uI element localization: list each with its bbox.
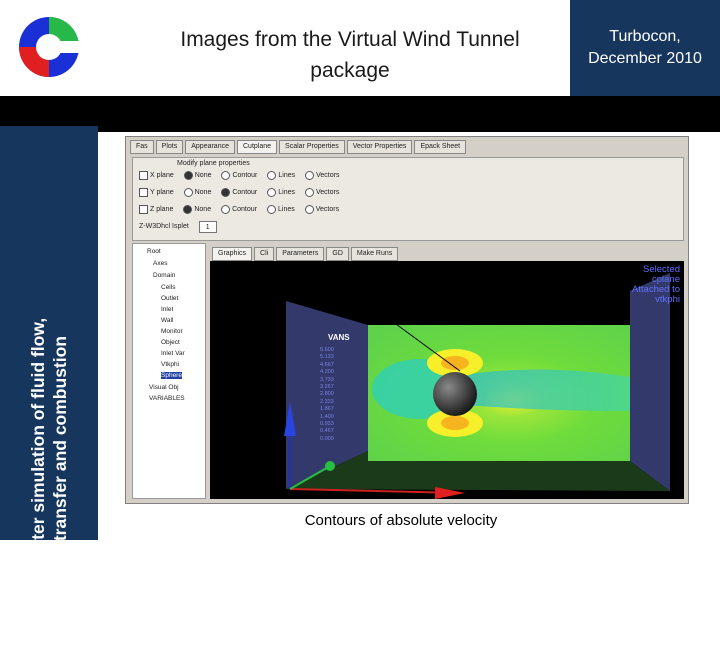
tree-item-selected[interactable]: Sphere	[161, 372, 182, 379]
tree-item[interactable]: Monitor	[161, 328, 183, 335]
legend-value: 5.600	[320, 347, 334, 353]
sidebar-text: Computer simulation of fluid flow, heat …	[27, 252, 71, 666]
x-plane-row: X plane None Contour Lines Vectors	[139, 170, 339, 182]
tree-item[interactable]: Object	[161, 339, 180, 346]
x-lines-radio[interactable]: Lines	[267, 170, 295, 182]
legend-value: 3.267	[320, 384, 334, 391]
legend-title: VANS	[328, 333, 350, 342]
y-lines-radio[interactable]: Lines	[267, 187, 295, 199]
y-vectors-radio[interactable]: Vectors	[305, 187, 339, 199]
legend-value: 0.933	[320, 421, 334, 428]
corner-line-1: Turbocon,	[609, 28, 681, 45]
z-plane-checkbox[interactable]: Z plane	[139, 204, 173, 216]
legend-value: 2.333	[320, 398, 334, 405]
y-plane-checkbox[interactable]: Y plane	[139, 187, 174, 199]
panel-title: Modify plane properties	[177, 160, 250, 167]
tab-parameters[interactable]: Parameters	[276, 247, 325, 261]
tree-item[interactable]: Cells	[161, 284, 175, 291]
tab-epack-sheet[interactable]: Epack Sheet	[414, 140, 467, 154]
x-contour-radio[interactable]: Contour	[221, 170, 257, 182]
legend-values: 5.600 5.133 4.667 4.200 3.733 3.267 2.80…	[320, 347, 334, 443]
legend-value: 4.200	[320, 369, 334, 376]
z-lines-radio[interactable]: Lines	[267, 204, 295, 216]
tree-item[interactable]: Inlet	[161, 306, 173, 313]
view-tab-strip: Graphics Cli Parameters GD Make Runs	[212, 247, 399, 261]
tree-item[interactable]: Inlet Var	[161, 350, 185, 357]
top-tab-strip: Fas Plots Appearance Cutplane Scalar Pro…	[130, 140, 467, 154]
plane-value-field[interactable]: 1	[198, 221, 217, 233]
legend-value: 3.733	[320, 376, 334, 383]
tab-fas[interactable]: Fas	[130, 140, 154, 154]
tab-vector-properties[interactable]: Vector Properties	[346, 140, 413, 154]
title-line-1: Images from the Virtual Wind Tunnel	[180, 28, 520, 51]
title-line-2: package	[310, 59, 390, 82]
z-none-radio[interactable]: None	[183, 204, 211, 216]
sidebar-line-1: Computer simulation of fluid flow,	[28, 317, 48, 601]
right-wall	[630, 273, 670, 491]
plane-value-row: Z-W3Dhcl Isplet 1	[139, 221, 217, 233]
plane-properties-panel: Modify plane properties X plane None Con…	[132, 157, 684, 241]
tree-item[interactable]: Outlet	[161, 295, 178, 302]
legend-value: 5.133	[320, 354, 334, 361]
overlay-line: vtkphi	[655, 294, 680, 305]
z-vectors-radio[interactable]: Vectors	[304, 204, 339, 216]
tree-item[interactable]: Wall	[161, 317, 173, 324]
sphere-object	[433, 372, 477, 416]
black-divider-bar	[0, 96, 720, 132]
tree-item[interactable]: VARIABLES	[149, 395, 185, 402]
legend-value: 1.400	[320, 413, 334, 420]
z-plane-row: Z plane None Contour Lines Vectors	[139, 204, 339, 216]
y-none-radio[interactable]: None	[183, 187, 211, 199]
legend-value: 0.467	[320, 428, 334, 435]
tab-graphics[interactable]: Graphics	[212, 247, 253, 261]
x-plane-checkbox[interactable]: X plane	[139, 170, 174, 182]
tab-plots[interactable]: Plots	[155, 140, 184, 154]
z-contour-radio[interactable]: Contour	[221, 204, 257, 216]
figure-caption: Contours of absolute velocity	[304, 512, 498, 529]
tab-make-runs[interactable]: Make Runs	[350, 247, 399, 261]
x-vectors-radio[interactable]: Vectors	[305, 170, 339, 182]
sidebar-line-2: heat transfer and combustion	[50, 336, 70, 583]
selection-overlay-text: Selected cplane Attached to vtkphi	[590, 265, 680, 305]
tree-item[interactable]: Visual Obj	[149, 384, 179, 391]
tab-scalar-properties[interactable]: Scalar Properties	[279, 140, 345, 154]
tab-appearance[interactable]: Appearance	[185, 140, 235, 154]
tree-item[interactable]: Domain	[153, 272, 175, 279]
legend-value: 1.867	[320, 406, 334, 413]
turbocon-logo-icon	[14, 12, 84, 82]
graphics-viewport[interactable]: VANS 5.600 5.133 4.667 4.200 3.733 3.267…	[210, 261, 684, 499]
legend-value: 0.000	[320, 435, 334, 442]
tree-item[interactable]: Vtkphi	[161, 361, 179, 368]
tab-gd[interactable]: GD	[326, 247, 349, 261]
corner-line-2: December 2010	[588, 50, 702, 67]
tab-cutplane[interactable]: Cutplane	[237, 140, 278, 154]
y-plane-row: Y plane None Contour Lines Vectors	[139, 187, 339, 199]
legend-value: 4.667	[320, 361, 334, 368]
plane-value-label: Z-W3Dhcl Isplet	[139, 223, 189, 230]
embedded-software-screenshot: Fas Plots Appearance Cutplane Scalar Pro…	[125, 136, 689, 504]
tree-item[interactable]: Axes	[153, 260, 167, 267]
sidebar: Computer simulation of fluid flow, heat …	[0, 126, 98, 600]
tab-cli[interactable]: Cli	[254, 247, 275, 261]
y-contour-radio[interactable]: Contour	[221, 187, 257, 199]
legend-value: 2.800	[320, 391, 334, 398]
tree-item[interactable]: Root	[147, 248, 161, 255]
object-tree: Root Axes Domain Cells Outlet Inlet Wall…	[132, 243, 206, 499]
page-title: Images from the Virtual Wind Tunnel pack…	[140, 24, 560, 86]
x-none-radio[interactable]: None	[183, 170, 211, 182]
corner-label: Turbocon, December 2010	[570, 0, 720, 96]
